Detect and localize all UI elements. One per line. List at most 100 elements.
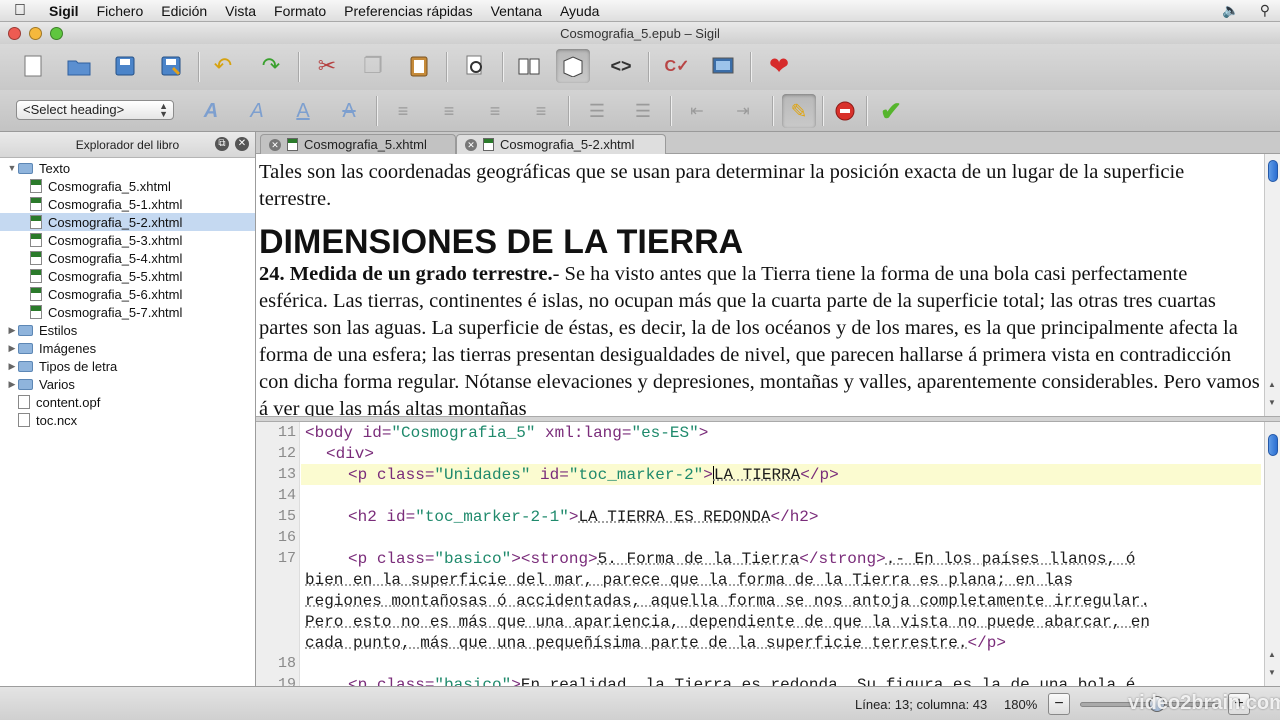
menu-ventana[interactable]: Ventana: [482, 3, 551, 19]
close-panel-icon[interactable]: ✕: [235, 137, 249, 151]
redo-icon[interactable]: ↷: [254, 49, 288, 83]
book-view-pane[interactable]: Tales son las coordenadas geográficas qu…: [256, 154, 1264, 416]
scroll-up-arrow-icon[interactable]: ▲: [1268, 650, 1276, 659]
find-replace-icon[interactable]: [458, 49, 492, 83]
code-view-icon[interactable]: <>: [604, 49, 638, 83]
numbered-list-icon[interactable]: ☰: [626, 94, 660, 128]
zoom-window-button[interactable]: [50, 27, 63, 40]
save-as-icon[interactable]: [154, 49, 188, 83]
tab-close-icon[interactable]: ✕: [269, 139, 281, 151]
float-panel-icon[interactable]: ⧉: [215, 137, 229, 151]
align-left-icon[interactable]: ≡: [386, 94, 420, 128]
tree-file[interactable]: Cosmografia_5-5.xhtml: [0, 267, 255, 285]
open-file-icon[interactable]: [62, 49, 96, 83]
validate-checkmark-icon[interactable]: ✔: [874, 94, 908, 128]
tree-file[interactable]: Cosmografia_5-4.xhtml: [0, 249, 255, 267]
justify-icon[interactable]: ≡: [524, 94, 558, 128]
line-number: 11: [256, 424, 296, 441]
book-view-icon[interactable]: [512, 49, 546, 83]
document-file-icon: [18, 413, 30, 427]
collapsed-arrow-icon[interactable]: ▶: [6, 361, 18, 372]
apple-menu-icon[interactable]: : [0, 2, 40, 20]
code-token: "es-ES": [631, 424, 698, 442]
folder-icon: [18, 163, 33, 174]
italic-icon[interactable]: A: [240, 94, 274, 128]
cut-icon[interactable]: ✂: [310, 49, 344, 83]
folder-icon: [18, 343, 33, 354]
close-window-button[interactable]: [8, 27, 21, 40]
code-view-scrollbar[interactable]: ▲ ▼: [1264, 422, 1280, 686]
folder-icon: [18, 325, 33, 336]
tree-file[interactable]: Cosmografia_5-7.xhtml: [0, 303, 255, 321]
scrollbar-thumb[interactable]: [1268, 434, 1278, 456]
menu-vista[interactable]: Vista: [216, 3, 265, 19]
zoom-out-button[interactable]: −: [1048, 693, 1070, 715]
collapsed-arrow-icon[interactable]: ▶: [6, 379, 18, 390]
tab-cosmografia-5[interactable]: ✕ Cosmografia_5.xhtml: [260, 134, 456, 154]
paragraph-text: - Se ha visto antes que la Tierra tiene …: [259, 263, 1260, 416]
book-browser-header: Explorador del libro ⧉ ✕: [0, 132, 255, 158]
align-right-icon[interactable]: ≡: [478, 94, 512, 128]
window-title: Cosmografia_5.epub – Sigil: [560, 26, 720, 41]
spellcheck-icon[interactable]: C✓: [660, 49, 694, 83]
tree-folder[interactable]: ▶ Imágenes: [0, 339, 255, 357]
line-number: 18: [256, 655, 296, 672]
paste-icon[interactable]: [402, 49, 436, 83]
tree-file[interactable]: Cosmografia_5-3.xhtml: [0, 231, 255, 249]
menu-preferencias[interactable]: Preferencias rápidas: [335, 3, 481, 19]
minimize-window-button[interactable]: [29, 27, 42, 40]
tab-close-icon[interactable]: ✕: [465, 139, 477, 151]
bold-icon[interactable]: A: [194, 94, 228, 128]
line-number: 12: [256, 445, 296, 462]
save-icon[interactable]: [108, 49, 142, 83]
align-center-icon[interactable]: ≡: [432, 94, 466, 128]
decrease-indent-icon[interactable]: ⇤: [680, 94, 714, 128]
tree-folder[interactable]: ▶ Varios: [0, 375, 255, 393]
intro-paragraph: Tales son las coordenadas geográficas qu…: [259, 159, 1261, 213]
menu-ayuda[interactable]: Ayuda: [551, 3, 608, 19]
tree-file[interactable]: Cosmografia_5-2.xhtml: [0, 213, 255, 231]
collapsed-arrow-icon[interactable]: ▶: [6, 325, 18, 336]
tree-folder[interactable]: ▼ Texto: [0, 159, 255, 177]
insert-image-icon[interactable]: [706, 49, 740, 83]
volume-icon[interactable]: 🔈: [1222, 2, 1239, 19]
new-file-icon[interactable]: [16, 49, 50, 83]
collapsed-arrow-icon[interactable]: ▶: [6, 343, 18, 354]
copy-icon[interactable]: ❐: [356, 49, 390, 83]
underline-icon[interactable]: A: [286, 94, 320, 128]
increase-indent-icon[interactable]: ⇥: [726, 94, 760, 128]
expanded-arrow-icon[interactable]: ▼: [6, 163, 18, 173]
scrollbar-thumb[interactable]: [1268, 160, 1278, 182]
bullet-list-icon[interactable]: ☰: [580, 94, 614, 128]
code-line-15: <h2 id="toc_marker-2-1">LA TIERRA ES RED…: [305, 508, 819, 526]
tree-file[interactable]: Cosmografia_5-6.xhtml: [0, 285, 255, 303]
tree-file[interactable]: content.opf: [0, 393, 255, 411]
code-token: >: [703, 466, 713, 484]
book-view-scrollbar[interactable]: ▲ ▼: [1264, 154, 1280, 416]
code-view-pane[interactable]: 11 12 13 14 15 16 17 18 19 <body id="Cos…: [256, 422, 1264, 686]
tree-file[interactable]: Cosmografia_5-1.xhtml: [0, 195, 255, 213]
scroll-down-arrow-icon[interactable]: ▼: [1268, 398, 1276, 407]
heading-select[interactable]: <Select heading> ▲ ▼: [16, 100, 174, 120]
code-token: <p: [348, 466, 377, 484]
donate-heart-icon[interactable]: ❤: [762, 49, 796, 83]
scroll-down-arrow-icon[interactable]: ▼: [1268, 668, 1276, 677]
line-number: 15: [256, 508, 296, 525]
menu-sigil[interactable]: Sigil: [40, 3, 88, 19]
tree-folder[interactable]: ▶ Estilos: [0, 321, 255, 339]
tab-cosmografia-5-2[interactable]: ✕ Cosmografia_5-2.xhtml: [456, 134, 666, 154]
stop-icon[interactable]: [828, 94, 862, 128]
menu-fichero[interactable]: Fichero: [88, 3, 153, 19]
tree-file[interactable]: toc.ncx: [0, 411, 255, 429]
menu-formato[interactable]: Formato: [265, 3, 335, 19]
line-number-gutter: 11 12 13 14 15 16 17 18 19: [256, 422, 300, 686]
tree-file[interactable]: Cosmografia_5.xhtml: [0, 177, 255, 195]
undo-icon[interactable]: ↶: [206, 49, 240, 83]
scroll-up-arrow-icon[interactable]: ▲: [1268, 380, 1276, 389]
clean-source-broom-icon[interactable]: ✎: [782, 94, 816, 128]
split-view-icon[interactable]: [556, 49, 590, 83]
menu-edicion[interactable]: Edición: [152, 3, 216, 19]
strikethrough-icon[interactable]: A: [332, 94, 366, 128]
spotlight-search-icon[interactable]: ⚲: [1260, 2, 1270, 19]
tree-folder[interactable]: ▶ Tipos de letra: [0, 357, 255, 375]
